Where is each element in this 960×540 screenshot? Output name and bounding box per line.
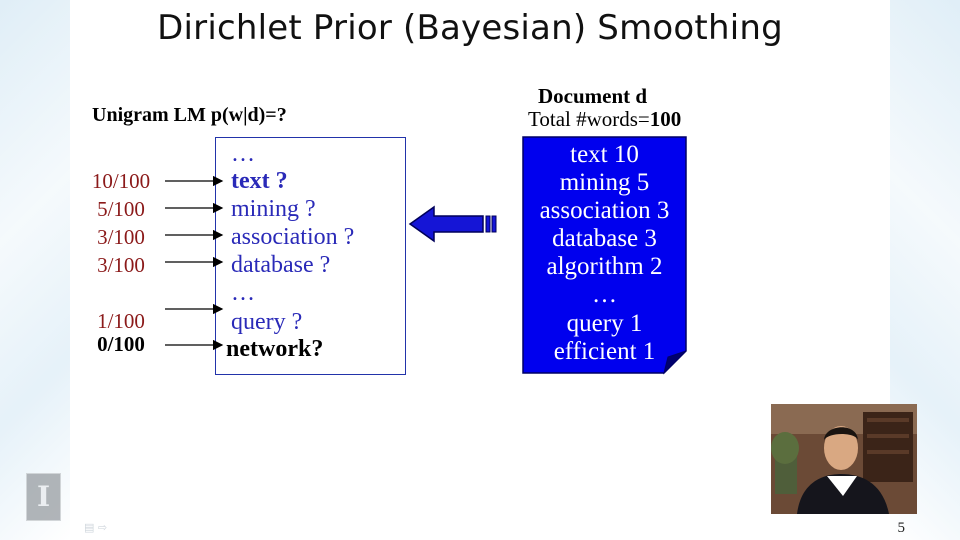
illinois-logo-icon bbox=[26, 473, 61, 521]
doc-word-algorithm: algorithm 2 bbox=[546, 253, 663, 280]
doc-word-text: text 10 bbox=[570, 141, 639, 168]
slide-nav-icon[interactable]: ▤ ⇨ bbox=[84, 521, 107, 534]
doc-word-efficient: efficient 1 bbox=[553, 338, 656, 365]
doc-word-mining: mining 5 bbox=[559, 169, 650, 196]
big-left-arrow bbox=[408, 205, 497, 243]
doc-word-database: database 3 bbox=[552, 225, 657, 252]
doc-word-query: query 1 bbox=[566, 310, 643, 337]
doc-word-association: association 3 bbox=[539, 197, 670, 224]
page-number: 5 bbox=[897, 520, 906, 536]
presenter-video bbox=[771, 404, 917, 514]
doc-ellipsis: … bbox=[592, 281, 617, 308]
